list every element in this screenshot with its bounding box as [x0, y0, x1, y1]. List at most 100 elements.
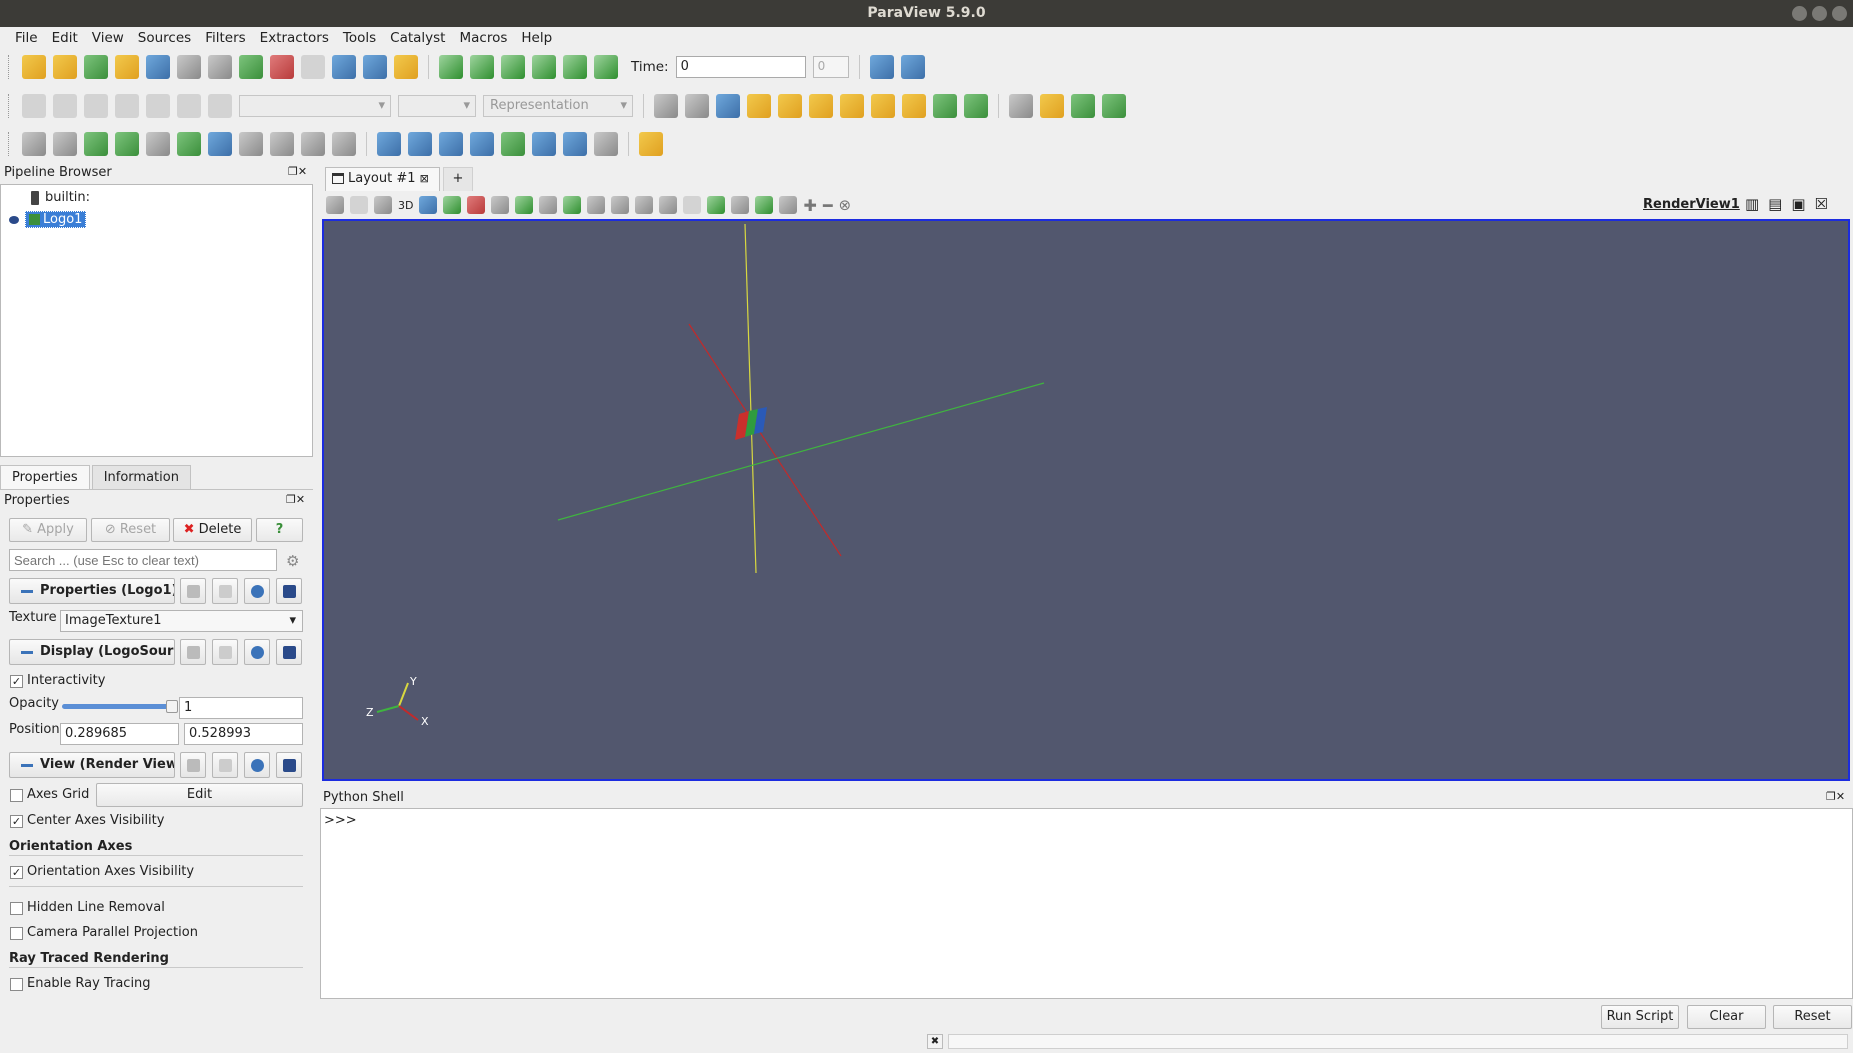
hidden-line-checkbox[interactable] [10, 902, 23, 915]
reset-center-icon[interactable] [1071, 94, 1095, 118]
minus-icon[interactable]: ━ [823, 196, 833, 215]
opacity-slider-handle[interactable] [166, 700, 178, 713]
ruler-icon[interactable] [639, 132, 663, 156]
orientation-axes-checkbox[interactable]: ✓ [10, 866, 23, 879]
raytrace-checkbox[interactable] [10, 978, 23, 991]
zoom-to-box-icon[interactable] [716, 94, 740, 118]
hover-cells-icon[interactable] [683, 196, 702, 214]
color-palette-icon[interactable] [394, 55, 418, 79]
toggle-selection-icon[interactable] [755, 196, 774, 214]
copy-properties-button[interactable] [180, 578, 206, 604]
paste-properties-button[interactable] [212, 578, 238, 604]
stream-tracer-icon[interactable] [239, 132, 263, 156]
select-points-icon[interactable] [467, 196, 486, 214]
source-icon-label[interactable]: Logo1 [25, 211, 87, 228]
copy-display-button[interactable] [180, 639, 206, 665]
edit-view-icon[interactable] [350, 196, 368, 214]
axes-grid-edit-button[interactable]: Edit [96, 783, 303, 807]
extract-level-icon[interactable] [332, 132, 356, 156]
view-plus-x-icon[interactable] [747, 94, 771, 118]
close-icon[interactable] [1832, 6, 1847, 21]
texture-select[interactable]: ImageTexture1 ▾ [60, 610, 303, 632]
calculator-icon[interactable] [22, 132, 46, 156]
render-view-name[interactable]: RenderView1 [1643, 197, 1740, 212]
pick-center-icon[interactable] [1102, 94, 1126, 118]
select-cells-icon[interactable] [443, 196, 462, 214]
extract-subset-icon[interactable] [177, 132, 201, 156]
panel-float-icon[interactable]: ❐✕ [1826, 790, 1845, 803]
play-icon[interactable] [501, 55, 525, 79]
menu-edit[interactable]: Edit [45, 27, 85, 49]
opacity-slider-track[interactable] [62, 704, 172, 709]
clear-icon[interactable]: ⊗ [839, 196, 852, 214]
camera-undo-icon[interactable] [332, 55, 356, 79]
reset-button[interactable]: ⊘ Reset [91, 518, 170, 542]
temporal-stats-icon[interactable] [532, 132, 556, 156]
custom-range-icon[interactable] [84, 94, 108, 118]
save-data-icon[interactable] [84, 55, 108, 79]
plot-over-line-icon[interactable] [377, 132, 401, 156]
find-data-icon[interactable] [869, 55, 894, 79]
last-frame-icon[interactable] [563, 55, 587, 79]
render-scene[interactable]: Y Z X [324, 221, 1848, 779]
position-x-input[interactable]: 0.289685 [60, 723, 179, 745]
histogram-icon[interactable] [439, 132, 463, 156]
section-display[interactable]: Display (LogoSource) [9, 639, 175, 665]
plot-data-icon[interactable] [408, 132, 432, 156]
add-layout-tab-button[interactable]: + [443, 167, 473, 191]
view-plus-z-icon[interactable] [871, 94, 895, 118]
group-datasets-icon[interactable] [301, 132, 325, 156]
copy-view-button[interactable] [180, 752, 206, 778]
zoom-to-data-icon[interactable] [685, 94, 709, 118]
restore-defaults-button[interactable] [244, 578, 270, 604]
paste-view-button[interactable] [212, 752, 238, 778]
section-properties[interactable]: Properties (Logo1) [9, 578, 175, 604]
toolbar-grip[interactable] [8, 55, 11, 79]
section-view[interactable]: View (Render View) [9, 752, 175, 778]
load-state-icon[interactable] [208, 55, 232, 79]
menu-catalyst[interactable]: Catalyst [383, 27, 452, 49]
show-scalar-bar-icon[interactable] [177, 94, 201, 118]
tab-information[interactable]: Information [91, 465, 191, 489]
time-index-spinbox[interactable]: 0 [812, 56, 849, 78]
save-state-icon[interactable] [177, 55, 201, 79]
grow-selection-icon[interactable] [611, 196, 630, 214]
time-input[interactable]: 0 [675, 56, 806, 78]
delete-button[interactable]: ✖ Delete [173, 518, 252, 542]
next-frame-icon[interactable] [532, 55, 556, 79]
save-display-defaults-button[interactable] [276, 639, 302, 665]
tab-layout-1[interactable]: Layout #1 ⊠ [325, 167, 440, 191]
opacity-input[interactable]: 1 [179, 697, 303, 719]
color-by-combo[interactable] [239, 95, 391, 117]
apply-button[interactable]: ✎ Apply [9, 518, 87, 542]
interaction-mode-icon[interactable] [419, 196, 438, 214]
minimize-icon[interactable] [1792, 6, 1807, 21]
threshold-icon[interactable] [146, 132, 170, 156]
slice-icon[interactable] [115, 132, 139, 156]
menu-extractors[interactable]: Extractors [253, 27, 336, 49]
menu-tools[interactable]: Tools [336, 27, 383, 49]
hover-points-icon[interactable] [563, 196, 582, 214]
contour-icon[interactable] [53, 132, 77, 156]
query-selection-icon[interactable] [900, 55, 925, 79]
help-button[interactable]: ? [256, 518, 303, 542]
restore-view-defaults-button[interactable] [244, 752, 270, 778]
toolbar-grip[interactable] [8, 94, 11, 118]
view-split-controls[interactable]: ▥▤▣☒ [1745, 195, 1837, 213]
center-axes-checkbox[interactable]: ✓ [10, 815, 23, 828]
status-close-icon[interactable]: ✖ [927, 1034, 943, 1049]
tooltip-selection-icon[interactable] [779, 196, 798, 214]
close-tab-icon[interactable]: ⊠ [420, 172, 429, 185]
run-script-button[interactable]: Run Script [1601, 1005, 1679, 1029]
disconnect-icon[interactable] [146, 55, 170, 79]
render-view[interactable]: Y Z X [322, 219, 1850, 781]
loop-icon[interactable] [594, 55, 618, 79]
maximize-icon[interactable] [1812, 6, 1827, 21]
rescale-visible-icon[interactable] [115, 94, 139, 118]
save-defaults-button[interactable] [276, 578, 302, 604]
axes-grid-checkbox[interactable] [10, 789, 23, 802]
recent-files-icon[interactable] [53, 55, 77, 79]
clip-icon[interactable] [84, 132, 108, 156]
paste-display-button[interactable] [212, 639, 238, 665]
toolbar-grip[interactable] [8, 132, 11, 156]
